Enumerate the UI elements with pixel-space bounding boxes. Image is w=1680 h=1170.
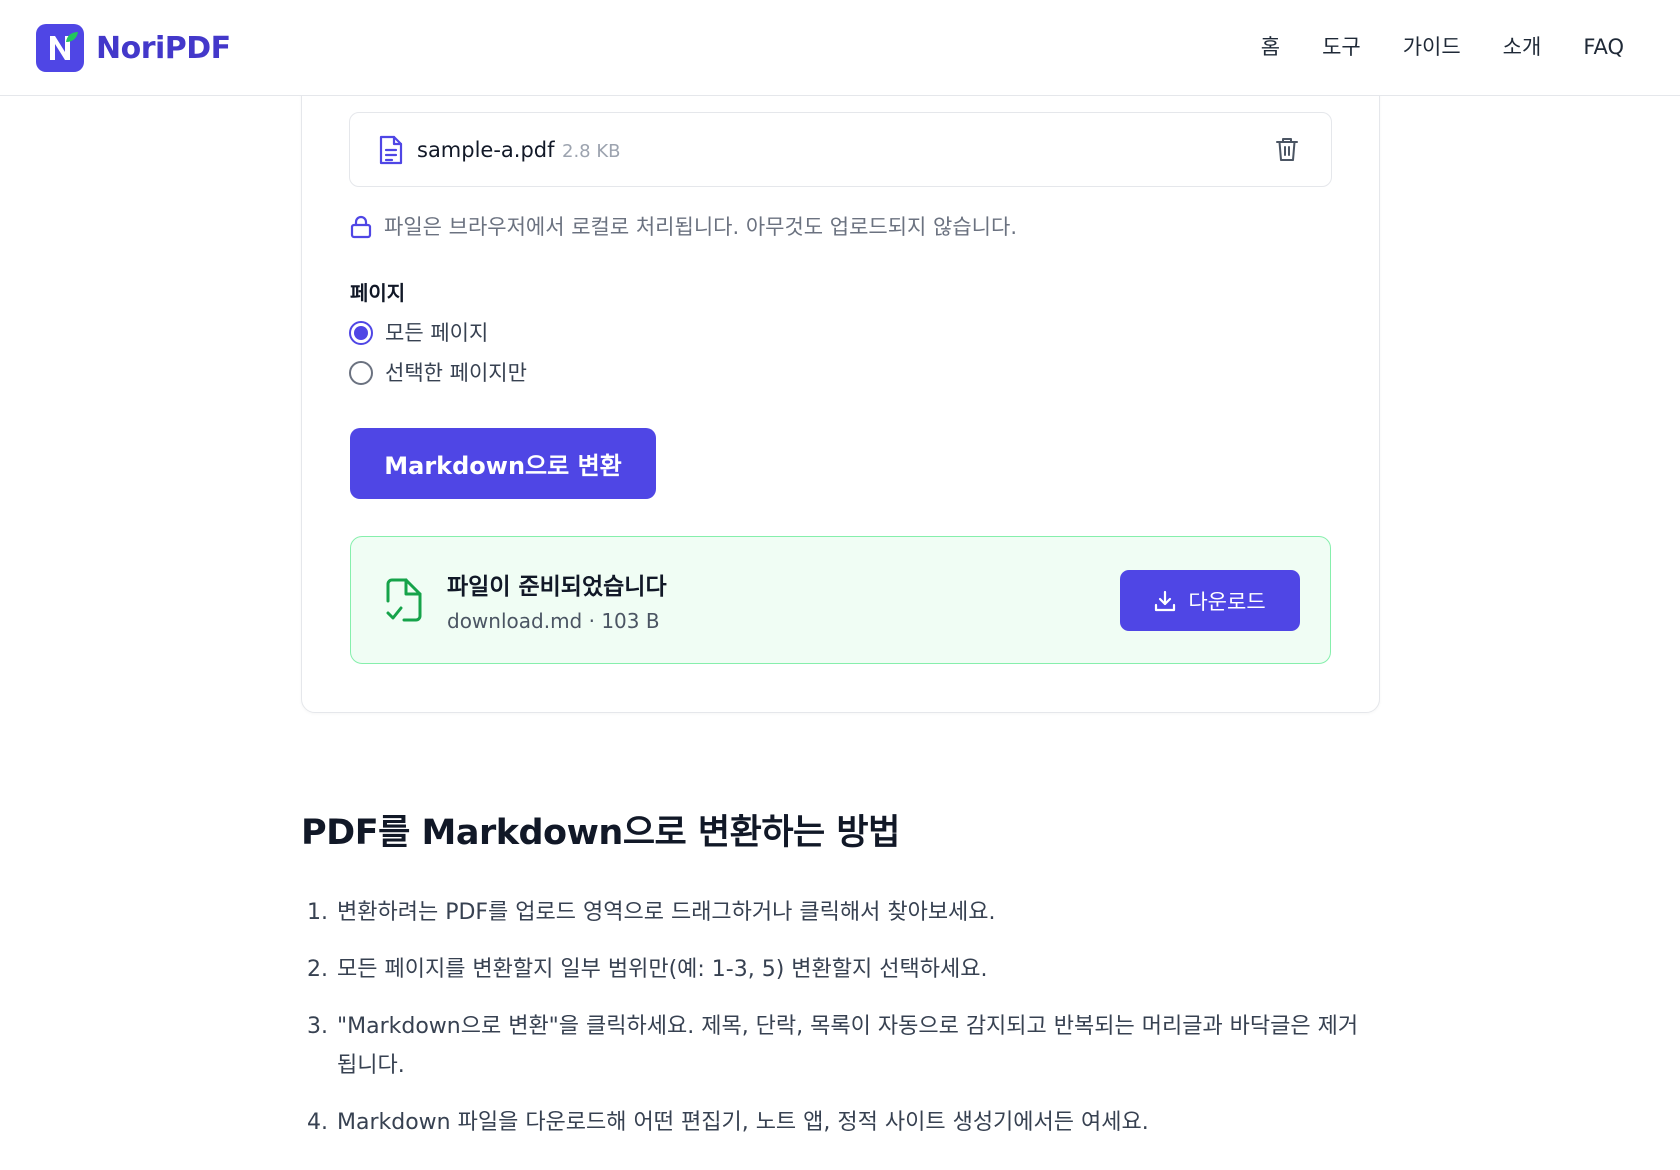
nav-home[interactable]: 홈 (1261, 28, 1280, 66)
list-item: 1. 변환하려는 PDF를 업로드 영역으로 드래그하거나 클릭해서 찾아보세요… (307, 893, 1367, 932)
remove-file-button[interactable] (1273, 136, 1301, 164)
main-nav: 홈 도구 가이드 소개 FAQ (1219, 28, 1624, 66)
file-check-icon (384, 577, 424, 627)
nav-faq[interactable]: FAQ (1583, 28, 1624, 66)
result-ready-panel: 파일이 준비되었습니다 download.md · 103 B 다운로드 (350, 536, 1331, 664)
file-name: sample-a.pdf (417, 138, 555, 162)
list-item: 3. "Markdown으로 변환"을 클릭하세요. 제목, 단락, 목록이 자… (307, 1007, 1367, 1085)
step-number: 3. (307, 1014, 328, 1039)
lock-icon (350, 215, 372, 239)
download-icon (1155, 590, 1176, 611)
logo-icon (36, 24, 84, 72)
list-item: 2. 모든 페이지를 변환할지 일부 범위만(예: 1-3, 5) 변환할지 선… (307, 950, 1367, 989)
guide-steps-list: 1. 변환하려는 PDF를 업로드 영역으로 드래그하거나 클릭해서 찾아보세요… (307, 893, 1367, 1160)
selected-file-row: sample-a.pdf 2.8 KB (349, 112, 1332, 187)
brand-logo[interactable]: NoriPDF (36, 24, 231, 72)
radio-button-unchecked[interactable] (349, 361, 373, 385)
radio-label-all: 모든 페이지 (385, 321, 489, 345)
step-text: "Markdown으로 변환"을 클릭하세요. 제목, 단락, 목록이 자동으로… (337, 1014, 1359, 1078)
convert-to-markdown-button[interactable]: Markdown으로 변환 (350, 428, 656, 499)
privacy-note: 파일은 브라우저에서 로컬로 처리됩니다. 아무것도 업로드되지 않습니다. (350, 212, 1017, 242)
nav-tools[interactable]: 도구 (1322, 28, 1361, 66)
pages-label: 페이지 (350, 281, 406, 305)
download-button[interactable]: 다운로드 (1120, 570, 1300, 631)
result-file-meta: download.md · 103 B (447, 609, 660, 633)
privacy-text: 파일은 브라우저에서 로컬로 처리됩니다. 아무것도 업로드되지 않습니다. (384, 215, 1017, 239)
list-item: 4. Markdown 파일을 다운로드해 어떤 편집기, 노트 앱, 정적 사… (307, 1103, 1367, 1142)
radio-all-pages[interactable]: 모든 페이지 (349, 318, 488, 348)
download-label: 다운로드 (1188, 589, 1266, 614)
step-number: 1. (307, 900, 328, 925)
document-icon (378, 135, 404, 169)
radio-button-checked[interactable] (349, 321, 373, 345)
radio-label-selected: 선택한 페이지만 (385, 361, 527, 385)
step-number: 4. (307, 1110, 328, 1135)
trash-icon (1276, 138, 1298, 161)
result-title: 파일이 준비되었습니다 (447, 574, 667, 600)
nav-guide[interactable]: 가이드 (1403, 28, 1461, 66)
site-header: NoriPDF 홈 도구 가이드 소개 FAQ (0, 0, 1680, 96)
step-text: Markdown 파일을 다운로드해 어떤 편집기, 노트 앱, 정적 사이트 … (337, 1110, 1149, 1135)
nav-about[interactable]: 소개 (1503, 28, 1542, 66)
step-text: 변환하려는 PDF를 업로드 영역으로 드래그하거나 클릭해서 찾아보세요. (337, 900, 996, 925)
step-number: 2. (307, 957, 328, 982)
step-text: 모든 페이지를 변환할지 일부 범위만(예: 1-3, 5) 변환할지 선택하세… (337, 957, 988, 982)
file-size: 2.8 KB (562, 141, 621, 162)
brand-name: NoriPDF (96, 30, 231, 66)
radio-selected-pages[interactable]: 선택한 페이지만 (349, 358, 527, 388)
guide-heading: PDF를 Markdown으로 변환하는 방법 (301, 813, 900, 853)
